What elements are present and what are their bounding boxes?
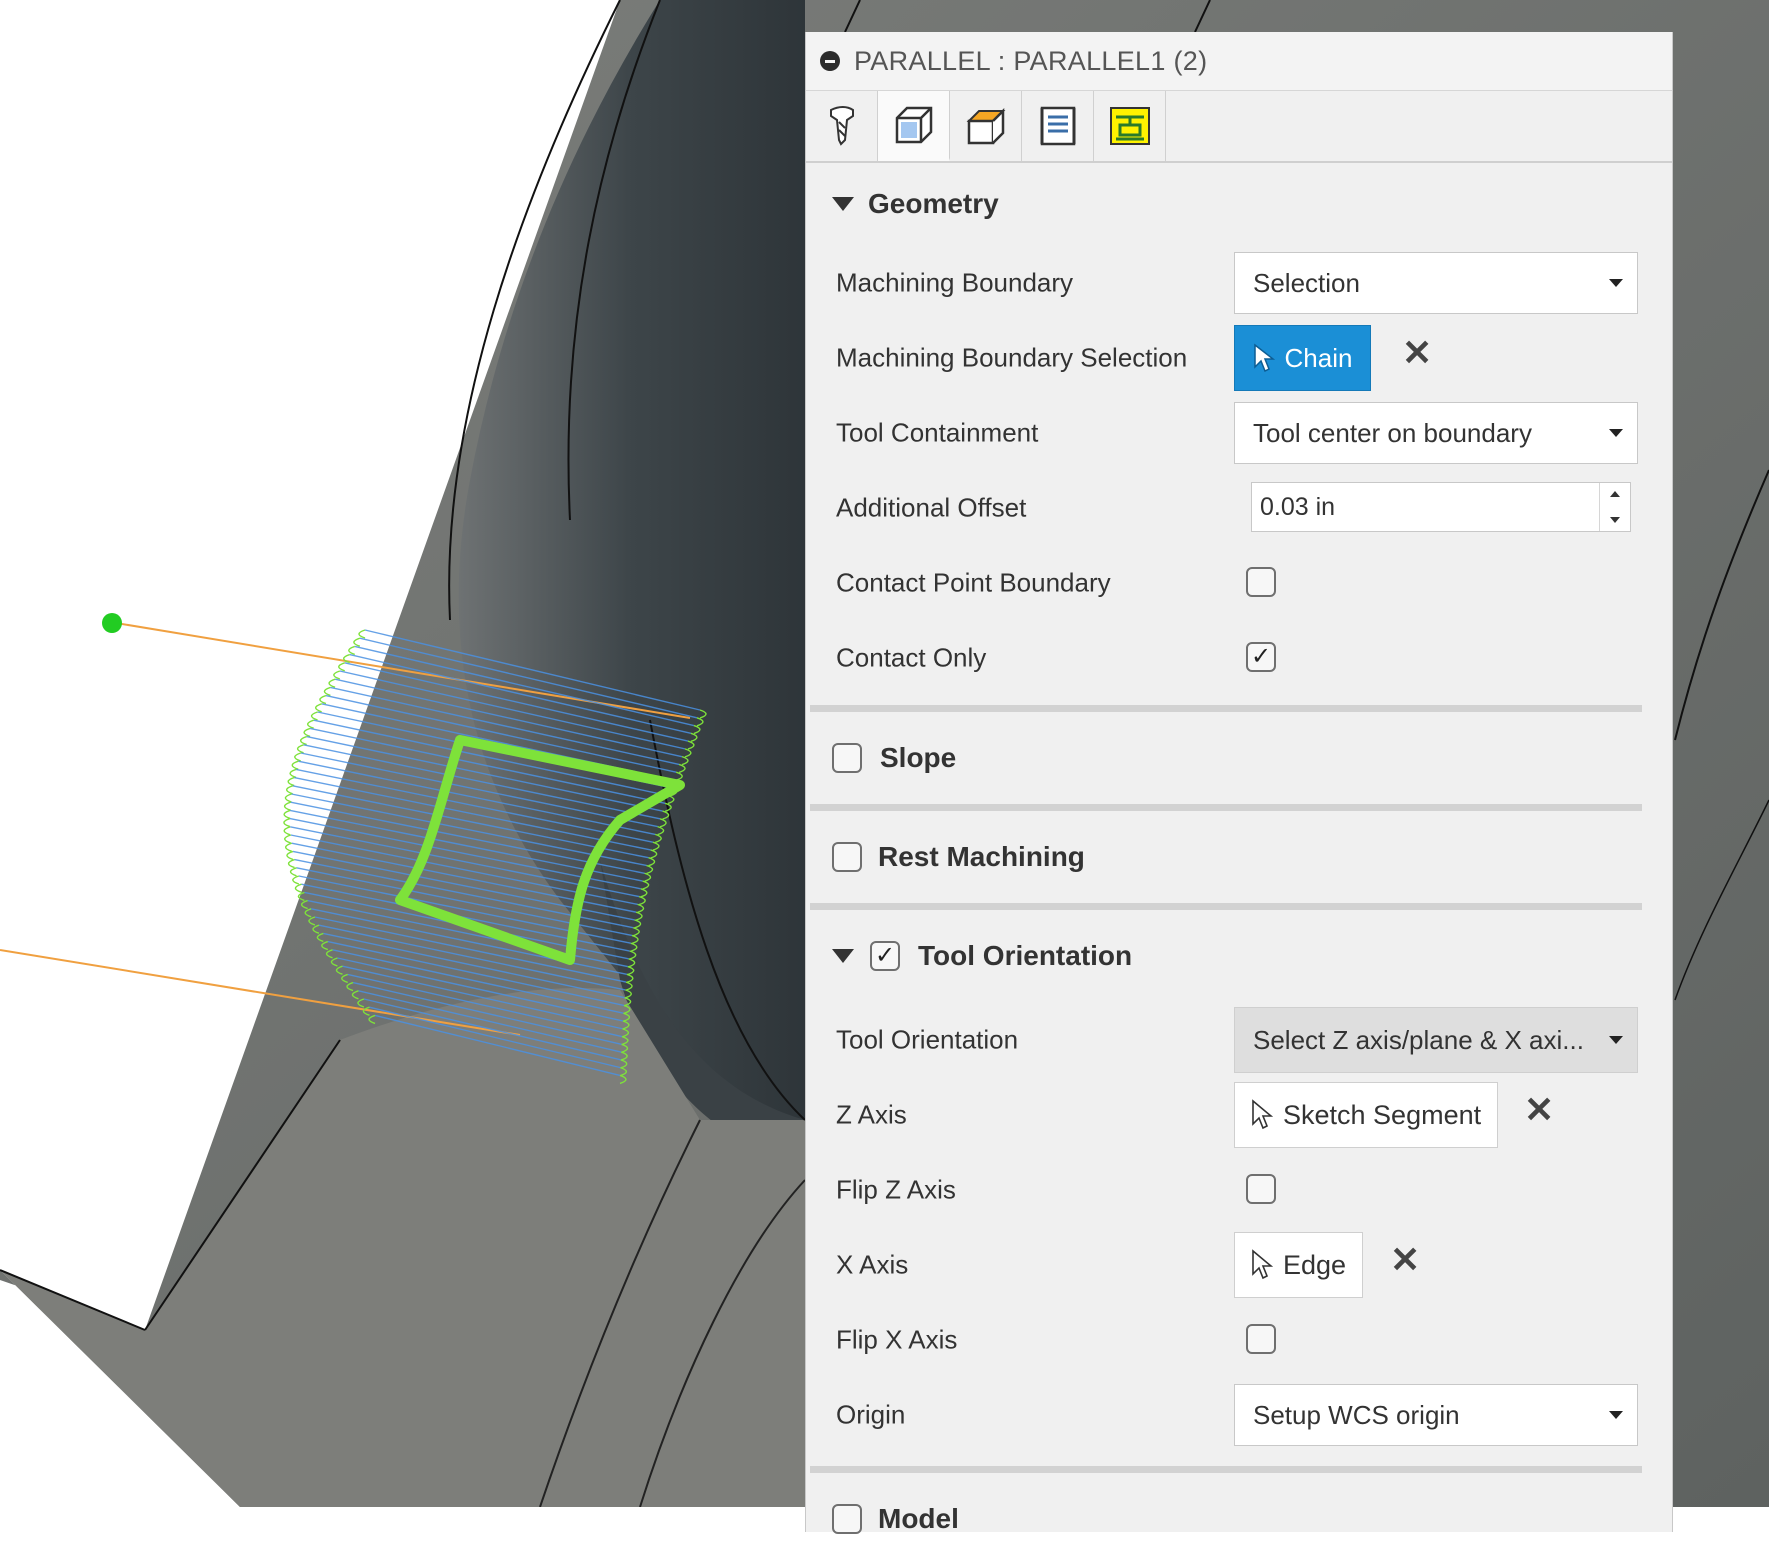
tool-containment-dropdown[interactable]: Tool center on boundary — [1234, 402, 1638, 464]
z-axis-label: Z Axis — [836, 1099, 907, 1129]
origin-label: Origin — [836, 1399, 906, 1429]
cursor-arrow-icon — [1253, 343, 1275, 373]
tab-passes[interactable] — [1022, 91, 1094, 161]
geometry-section-header[interactable]: Geometry — [806, 163, 1672, 245]
tool-tab-icon — [829, 106, 854, 146]
expand-triangle-icon[interactable] — [832, 949, 854, 963]
section-divider — [810, 804, 1642, 811]
section-divider — [810, 903, 1642, 910]
origin-value: Setup WCS origin — [1253, 1399, 1460, 1430]
machining-boundary-value: Selection — [1253, 267, 1360, 298]
additional-offset-label: Additional Offset — [836, 492, 1027, 522]
tool-orientation-label: Tool Orientation — [836, 1024, 1019, 1054]
additional-offset-row: Additional Offset 0.03 in — [806, 470, 1672, 545]
x-axis-row: X Axis Edge ✕ — [806, 1227, 1672, 1302]
x-axis-button-label: Edge — [1283, 1249, 1347, 1280]
x-axis-label: X Axis — [836, 1249, 909, 1279]
dialog-titlebar: PARALLEL : PARALLEL1 (2) — [806, 32, 1672, 91]
tab-tool[interactable] — [806, 91, 878, 161]
cursor-arrow-icon — [1252, 1249, 1273, 1280]
machining-boundary-dropdown[interactable]: Selection — [1234, 252, 1638, 314]
tool-orientation-checkbox[interactable]: ✓ — [870, 941, 900, 971]
model-checkbox[interactable] — [832, 1504, 862, 1534]
chevron-down-icon — [1609, 279, 1623, 287]
slope-section-title: Slope — [880, 742, 957, 773]
flip-z-axis-checkbox[interactable] — [1246, 1174, 1276, 1204]
expand-triangle-icon[interactable] — [832, 197, 854, 211]
contact-only-row: Contact Only ✓ — [806, 620, 1672, 695]
geometry-section-title: Geometry — [868, 188, 999, 219]
geometry-tab-icon — [895, 106, 932, 143]
additional-offset-input[interactable]: 0.03 in — [1251, 482, 1631, 532]
tool-containment-label: Tool Containment — [836, 417, 1039, 447]
clear-x-axis-icon[interactable]: ✕ — [1390, 1239, 1420, 1281]
tab-geometry[interactable] — [878, 91, 950, 161]
chain-select-button[interactable]: Chain — [1234, 325, 1371, 391]
chain-button-label: Chain — [1284, 342, 1353, 373]
heights-tab-icon — [966, 107, 1005, 145]
additional-offset-value: 0.03 in — [1260, 492, 1336, 521]
tool-containment-row: Tool Containment Tool center on boundary — [806, 395, 1672, 470]
flip-x-axis-label: Flip X Axis — [836, 1324, 958, 1354]
model-section-title: Model — [878, 1503, 959, 1534]
flip-x-axis-checkbox[interactable] — [1246, 1324, 1276, 1354]
dialog-tabs — [806, 91, 1672, 163]
origin-row: Origin Setup WCS origin — [806, 1377, 1672, 1452]
contact-only-label: Contact Only — [836, 642, 987, 672]
parallel-dialog: PARALLEL : PARALLEL1 (2) Geometry Machin… — [805, 32, 1673, 1534]
rest-machining-section-title: Rest Machining — [878, 841, 1085, 872]
contact-point-boundary-label: Contact Point Boundary — [836, 567, 1111, 597]
section-divider — [810, 705, 1642, 712]
tool-orientation-dropdown[interactable]: Select Z axis/plane & X axi... — [1234, 1007, 1638, 1073]
start-point-icon — [102, 613, 122, 633]
slope-checkbox[interactable] — [832, 743, 862, 773]
chevron-down-icon — [1609, 1411, 1623, 1419]
flip-z-axis-row: Flip Z Axis — [806, 1152, 1672, 1227]
tool-orientation-row: Tool Orientation Select Z axis/plane & X… — [806, 1002, 1672, 1077]
z-axis-select-button[interactable]: Sketch Segment — [1234, 1082, 1499, 1148]
tool-orientation-value: Select Z axis/plane & X axi... — [1253, 1024, 1584, 1055]
passes-tab-icon — [1040, 106, 1075, 146]
chevron-down-icon — [1609, 1036, 1623, 1044]
slope-section-header[interactable]: Slope — [806, 712, 1672, 804]
x-axis-select-button[interactable]: Edge — [1234, 1232, 1364, 1298]
tab-heights[interactable] — [950, 91, 1022, 161]
section-divider — [810, 1466, 1642, 1473]
contact-point-boundary-checkbox[interactable] — [1246, 567, 1276, 597]
check-icon: ✓ — [1250, 643, 1272, 670]
z-axis-button-label: Sketch Segment — [1283, 1099, 1482, 1130]
spinner-arrows-icon[interactable] — [1599, 483, 1630, 531]
chevron-down-icon — [1609, 429, 1623, 437]
cursor-arrow-icon — [1252, 1099, 1273, 1130]
collapse-icon[interactable] — [820, 51, 840, 71]
rest-machining-checkbox[interactable] — [832, 842, 862, 872]
boundary-selection-row: Machining Boundary Selection Chain ✕ — [806, 320, 1672, 395]
origin-dropdown[interactable]: Setup WCS origin — [1234, 1384, 1638, 1446]
z-axis-row: Z Axis Sketch Segment ✕ — [806, 1077, 1672, 1152]
machining-boundary-row: Machining Boundary Selection — [806, 245, 1672, 320]
tab-linking[interactable] — [1094, 91, 1166, 161]
tool-containment-value: Tool center on boundary — [1253, 417, 1532, 448]
model-section-header[interactable]: Model — [806, 1473, 1672, 1565]
contact-only-checkbox[interactable]: ✓ — [1246, 642, 1276, 672]
contact-point-boundary-row: Contact Point Boundary — [806, 545, 1672, 620]
flip-x-axis-row: Flip X Axis — [806, 1302, 1672, 1377]
linking-tab-icon — [1109, 107, 1150, 145]
rest-machining-section-header[interactable]: Rest Machining — [806, 811, 1672, 903]
dialog-title: PARALLEL : PARALLEL1 (2) — [854, 45, 1208, 76]
tool-orientation-section-title: Tool Orientation — [918, 940, 1133, 971]
clear-boundary-icon[interactable]: ✕ — [1402, 332, 1432, 374]
machining-boundary-label: Machining Boundary — [836, 267, 1074, 297]
check-icon: ✓ — [874, 942, 896, 969]
tool-orientation-section-header[interactable]: ✓ Tool Orientation — [806, 910, 1672, 1002]
flip-z-axis-label: Flip Z Axis — [836, 1174, 956, 1204]
clear-z-axis-icon[interactable]: ✕ — [1524, 1089, 1554, 1131]
boundary-selection-label: Machining Boundary Selection — [836, 342, 1188, 372]
